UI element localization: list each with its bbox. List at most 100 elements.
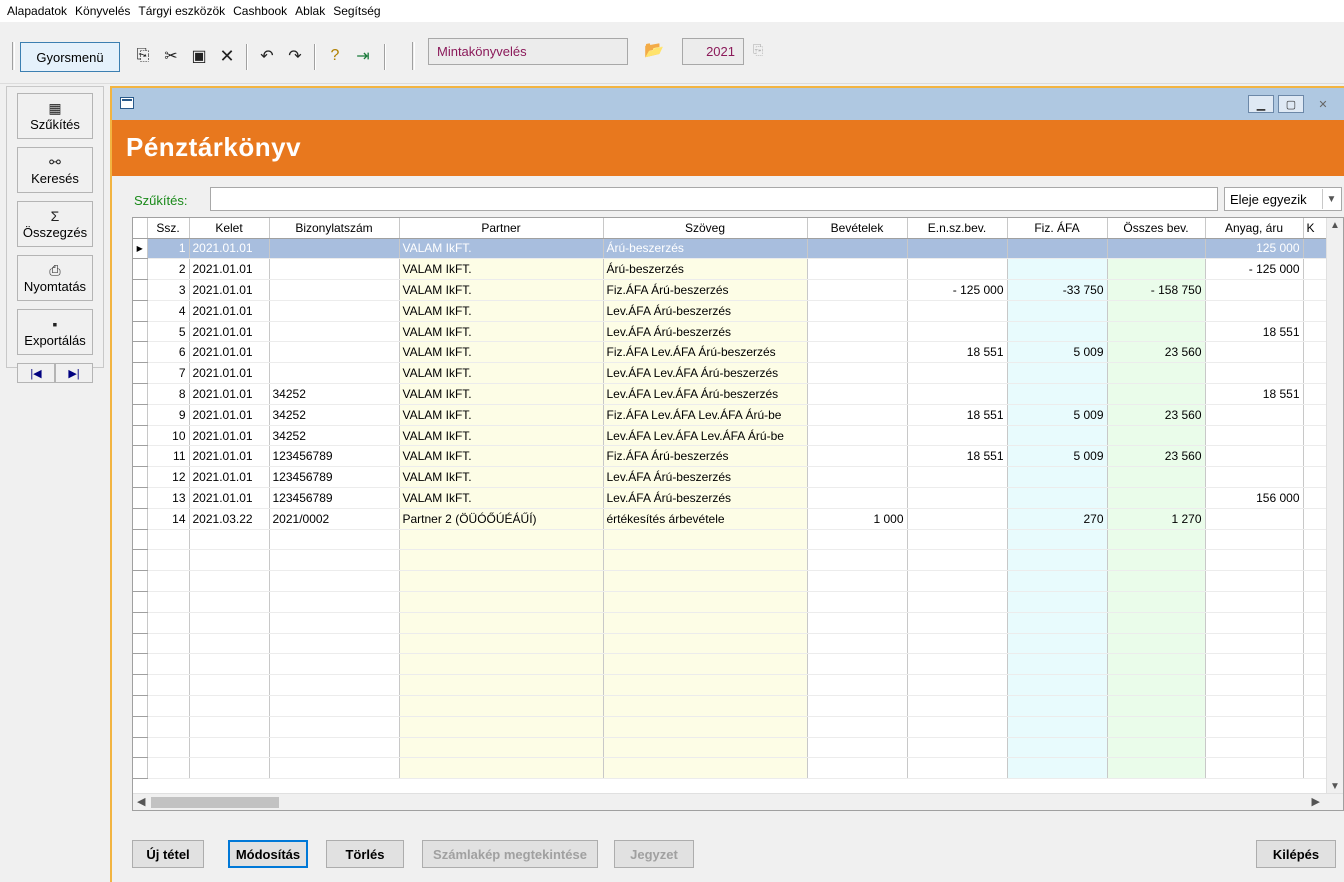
cell-bevetelek[interactable] <box>807 612 908 634</box>
cell-bizonylatszam[interactable] <box>269 570 400 593</box>
cell-bevetelek[interactable] <box>807 633 908 655</box>
cell-kelet[interactable] <box>189 653 270 676</box>
table-row[interactable]: ▶ 1 2021.01.01 VALAM IkFT. Árú-beszerzés 125 … <box>133 238 1327 260</box>
cell-osszes-bev[interactable] <box>1107 383 1206 405</box>
cell-k[interactable] <box>1303 321 1327 343</box>
cell-bizonylatszam[interactable] <box>269 279 400 301</box>
menu-alapadatok[interactable]: Alapadatok <box>3 4 71 18</box>
cell-bizonylatszam[interactable]: 123456789 <box>269 487 400 509</box>
cell-kelet[interactable] <box>189 612 270 634</box>
cell-ensz-bev[interactable] <box>907 383 1008 405</box>
cell-ensz-bev[interactable] <box>907 466 1008 489</box>
cell-anyag-aru[interactable] <box>1205 279 1304 301</box>
cell-bevetelek[interactable] <box>807 570 908 593</box>
cell-ssz[interactable]: 12 <box>147 466 190 489</box>
cell-osszes-bev[interactable] <box>1107 425 1206 447</box>
cell-bizonylatszam[interactable]: 34252 <box>269 404 400 426</box>
cell-anyag-aru[interactable] <box>1205 633 1304 655</box>
cell-ssz[interactable]: 1 <box>147 238 190 260</box>
cell-ensz-bev[interactable] <box>907 238 1008 260</box>
cell-partner[interactable] <box>399 549 604 572</box>
row-indicator[interactable] <box>133 279 148 301</box>
cell-szoveg[interactable] <box>603 612 808 634</box>
cell-bizonylatszam[interactable] <box>269 549 400 572</box>
cell-ensz-bev[interactable] <box>907 549 1008 572</box>
copy-year-icon[interactable]: ⎘ <box>753 42 763 58</box>
cell-bevetelek[interactable] <box>807 695 908 717</box>
cell-bizonylatszam[interactable] <box>269 716 400 738</box>
cell-bevetelek[interactable] <box>807 549 908 572</box>
cell-ensz-bev[interactable] <box>907 300 1008 322</box>
cell-ssz[interactable]: 7 <box>147 362 190 385</box>
cell-osszes-bev[interactable]: 23 560 <box>1107 341 1206 364</box>
cell-k[interactable] <box>1303 757 1327 780</box>
cell-anyag-aru[interactable] <box>1205 757 1304 780</box>
cell-k[interactable] <box>1303 674 1327 697</box>
cell-kelet[interactable]: 2021.01.01 <box>189 258 270 281</box>
cell-k[interactable] <box>1303 445 1327 468</box>
quick-menu-button[interactable]: Gyorsmenü <box>20 42 120 72</box>
cell-fiz-afa[interactable] <box>1007 757 1108 780</box>
cell-ensz-bev[interactable] <box>907 321 1008 343</box>
cell-bevetelek[interactable] <box>807 737 908 759</box>
cell-kelet[interactable]: 2021.01.01 <box>189 383 270 405</box>
cell-szoveg[interactable]: Lev.ÁFA Árú-beszerzés <box>603 487 808 509</box>
menu-konyveles[interactable]: Könyvelés <box>71 4 134 18</box>
cell-fiz-afa[interactable]: 270 <box>1007 508 1108 530</box>
cell-osszes-bev[interactable] <box>1107 612 1206 634</box>
exit-door-icon[interactable]: ⇥ <box>352 44 374 68</box>
cell-ssz[interactable] <box>147 612 190 634</box>
cell-osszes-bev[interactable] <box>1107 321 1206 343</box>
match-mode-select[interactable]: Eleje egyezik ▼ <box>1224 187 1342 211</box>
cell-bizonylatszam[interactable] <box>269 757 400 780</box>
table-row[interactable] <box>133 653 1327 676</box>
table-row[interactable]: 13 2021.01.01 123456789 VALAM IkFT. Lev.ÁFA … <box>133 487 1327 509</box>
cell-partner[interactable] <box>399 757 604 780</box>
row-indicator[interactable] <box>133 362 148 385</box>
cell-anyag-aru[interactable] <box>1205 362 1304 385</box>
cell-bizonylatszam[interactable] <box>269 238 400 260</box>
cell-ensz-bev[interactable] <box>907 508 1008 530</box>
cell-ensz-bev[interactable] <box>907 425 1008 447</box>
toolbar-grip[interactable] <box>12 42 15 70</box>
cut-icon[interactable]: ✂ <box>160 44 182 68</box>
cell-ssz[interactable]: 9 <box>147 404 190 426</box>
col-bevetelek[interactable]: Bevételek <box>807 218 908 239</box>
cell-kelet[interactable]: 2021.01.01 <box>189 341 270 364</box>
cell-kelet[interactable]: 2021.01.01 <box>189 445 270 468</box>
new-item-button[interactable]: Új tétel <box>132 840 204 868</box>
table-row[interactable] <box>133 716 1327 738</box>
col-kelet[interactable]: Kelet <box>189 218 270 239</box>
cell-ssz[interactable] <box>147 737 190 759</box>
cell-osszes-bev[interactable] <box>1107 487 1206 509</box>
cell-kelet[interactable] <box>189 529 270 551</box>
cell-k[interactable] <box>1303 695 1327 717</box>
chevron-down-icon[interactable]: ▼ <box>1322 189 1340 209</box>
toolbar-grip[interactable] <box>412 42 415 70</box>
cell-szoveg[interactable]: Árú-beszerzés <box>603 258 808 281</box>
cell-anyag-aru[interactable]: - 125 000 <box>1205 258 1304 281</box>
cell-k[interactable] <box>1303 716 1327 738</box>
cell-fiz-afa[interactable] <box>1007 487 1108 509</box>
cell-partner[interactable]: VALAM IkFT. <box>399 404 604 426</box>
cell-szoveg[interactable]: Fiz.ÁFA Árú-beszerzés <box>603 445 808 468</box>
row-indicator[interactable] <box>133 612 148 634</box>
cell-bevetelek[interactable] <box>807 466 908 489</box>
cell-fiz-afa[interactable]: -33 750 <box>1007 279 1108 301</box>
cell-kelet[interactable]: 2021.01.01 <box>189 425 270 447</box>
cell-anyag-aru[interactable]: 156 000 <box>1205 487 1304 509</box>
table-row[interactable]: 8 2021.01.01 34252 VALAM IkFT. Lev.ÁFA Lev.Á… <box>133 383 1327 405</box>
cell-kelet[interactable] <box>189 674 270 697</box>
cell-k[interactable] <box>1303 487 1327 509</box>
cell-kelet[interactable]: 2021.01.01 <box>189 321 270 343</box>
cell-partner[interactable]: VALAM IkFT. <box>399 238 604 260</box>
cell-ensz-bev[interactable] <box>907 695 1008 717</box>
exit-button[interactable]: Kilépés <box>1256 840 1336 868</box>
cell-fiz-afa[interactable] <box>1007 695 1108 717</box>
row-indicator[interactable] <box>133 425 148 447</box>
cell-ssz[interactable]: 2 <box>147 258 190 281</box>
year-field[interactable]: 2021 <box>682 38 744 65</box>
cell-szoveg[interactable] <box>603 737 808 759</box>
cell-kelet[interactable]: 2021.01.01 <box>189 238 270 260</box>
row-indicator[interactable] <box>133 591 148 613</box>
